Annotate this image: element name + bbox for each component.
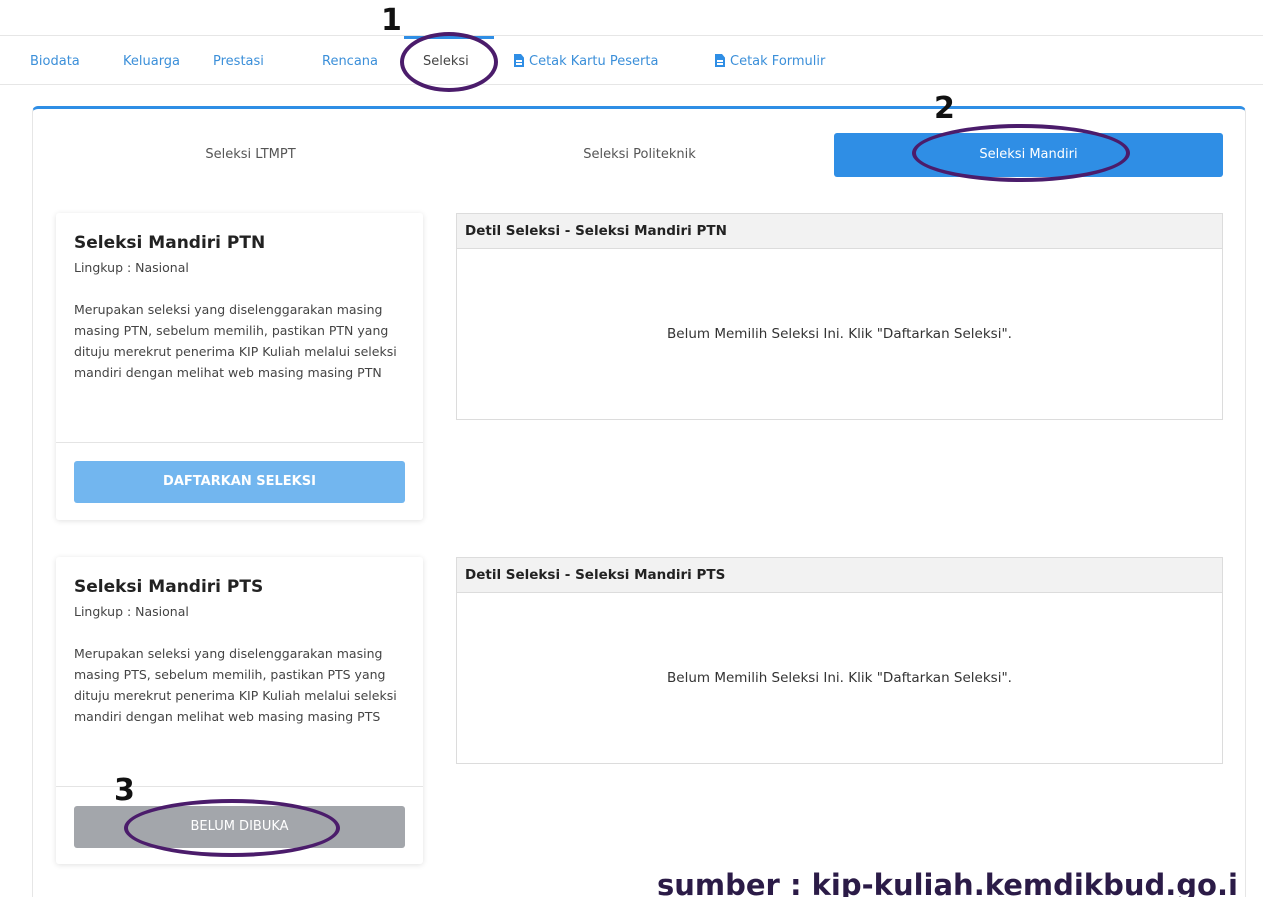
document-icon: [715, 54, 725, 67]
detail-header: Detil Seleksi - Seleksi Mandiri PTN: [457, 214, 1222, 249]
card-title: Seleksi Mandiri PTS: [74, 577, 264, 597]
annotation-ring-mandiri: [912, 124, 1130, 182]
detail-box-ptn: Detil Seleksi - Seleksi Mandiri PTN Belu…: [456, 213, 1223, 420]
tab-cetak-formulir-label: Cetak Formulir: [730, 54, 826, 69]
subtab-seleksi-ltmpt[interactable]: Seleksi LTMPT: [56, 133, 445, 177]
tab-cetak-kartu-label: Cetak Kartu Peserta: [529, 54, 659, 69]
source-caption: sumber : kip-kuliah.kemdikbud.go.i: [657, 868, 1238, 897]
detail-message: Belum Memilih Seleksi Ini. Klik "Daftark…: [667, 326, 1012, 342]
tab-rencana[interactable]: Rencana: [322, 54, 378, 69]
card-description: Merupakan seleksi yang diselenggarakan m…: [74, 302, 397, 380]
annotation-number-1: 1: [381, 3, 402, 38]
detail-box-pts: Detil Seleksi - Seleksi Mandiri PTS Belu…: [456, 557, 1223, 764]
top-nav: Biodata Keluarga Prestasi Rencana Seleks…: [0, 35, 1263, 85]
card-scope: Lingkup : Nasional: [74, 260, 189, 275]
tab-keluarga[interactable]: Keluarga: [123, 54, 180, 69]
tab-cetak-kartu-peserta[interactable]: Cetak Kartu Peserta: [514, 54, 658, 69]
card-scope: Lingkup : Nasional: [74, 604, 189, 619]
daftarkan-seleksi-button[interactable]: DAFTARKAN SELEKSI: [74, 461, 405, 503]
annotation-ring-seleksi: [400, 32, 498, 92]
annotation-ring-belum-dibuka: [124, 799, 340, 857]
tab-cetak-formulir[interactable]: Cetak Formulir: [715, 54, 825, 69]
subtab-seleksi-politeknik[interactable]: Seleksi Politeknik: [445, 133, 834, 177]
card-divider: [56, 786, 423, 787]
detail-header: Detil Seleksi - Seleksi Mandiri PTS: [457, 558, 1222, 593]
card-divider: [56, 442, 423, 443]
tab-biodata[interactable]: Biodata: [30, 54, 80, 69]
card-description: Merupakan seleksi yang diselenggarakan m…: [74, 646, 397, 724]
card-seleksi-mandiri-ptn: Seleksi Mandiri PTN Lingkup : Nasional M…: [56, 213, 423, 520]
tab-prestasi[interactable]: Prestasi: [213, 54, 264, 69]
detail-message: Belum Memilih Seleksi Ini. Klik "Daftark…: [667, 670, 1012, 686]
card-title: Seleksi Mandiri PTN: [74, 233, 266, 253]
annotation-number-3: 3: [114, 773, 135, 808]
annotation-number-2: 2: [934, 91, 955, 126]
document-icon: [514, 54, 524, 67]
